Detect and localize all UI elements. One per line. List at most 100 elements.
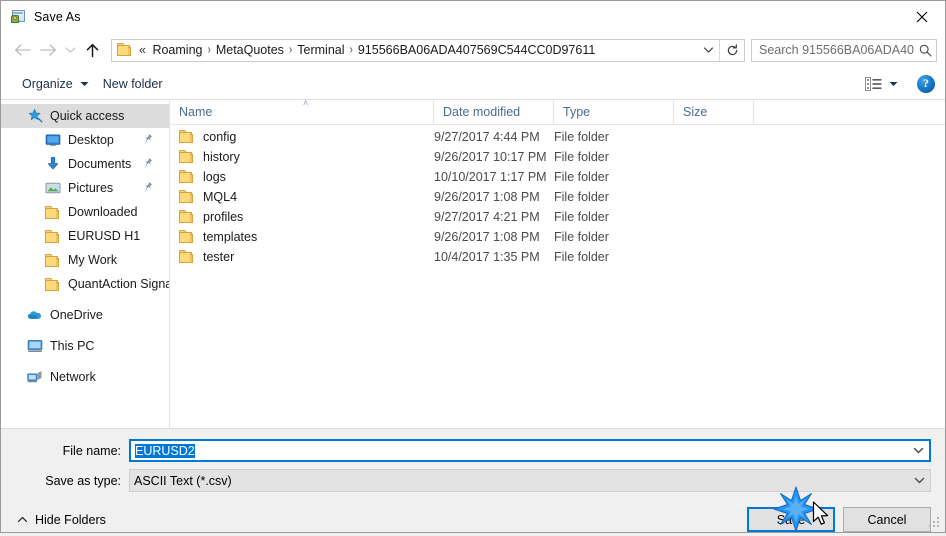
forward-icon[interactable] [35, 37, 61, 63]
column-header-label: Size [683, 105, 708, 119]
file-name: config [203, 130, 237, 144]
column-headers: Name ˄ Date modified Type Size [170, 98, 945, 125]
search-input[interactable]: Search 915566BA06ADA40756... [752, 43, 914, 57]
file-name-input[interactable]: EURUSD2 [131, 443, 907, 458]
folder-icon [179, 210, 195, 224]
folder-icon [179, 190, 195, 204]
breadcrumb-item-metaquotes[interactable]: MetaQuotes [212, 41, 288, 59]
folder-icon [179, 150, 195, 164]
close-icon[interactable] [899, 1, 945, 32]
table-row[interactable]: templates 9/26/2017 1:08 PM File folder [170, 227, 945, 247]
column-header-label: Date modified [443, 105, 521, 119]
folder-icon [179, 170, 195, 184]
file-type: File folder [554, 150, 609, 164]
sidebar-item-quick-access[interactable]: Quick access [1, 104, 169, 128]
table-row[interactable]: logs 10/10/2017 1:17 PM File folder [170, 167, 945, 187]
search-box[interactable]: Search 915566BA06ADA40756... [751, 38, 937, 62]
breadcrumb-item-terminal-id[interactable]: 915566BA06ADA407569C544CC0D97611 [354, 41, 599, 59]
sidebar-item-network[interactable]: Network [1, 365, 169, 389]
back-icon[interactable] [9, 37, 35, 63]
file-type: File folder [554, 250, 609, 264]
sidebar-item-onedrive[interactable]: OneDrive [1, 303, 169, 327]
pin-icon [142, 133, 153, 146]
address-bar[interactable]: « Roaming › MetaQuotes › Terminal › 9155… [111, 38, 745, 62]
documents-download-icon [45, 156, 61, 172]
chevron-down-icon [80, 81, 89, 86]
save-button[interactable]: Save [747, 507, 835, 532]
column-header-size[interactable]: Size [674, 100, 754, 124]
pictures-icon [45, 180, 61, 196]
folder-icon [45, 205, 61, 220]
change-view-button[interactable] [860, 74, 903, 94]
network-icon [27, 369, 43, 385]
window-title: Save As [34, 9, 81, 24]
column-header-type[interactable]: Type [554, 100, 674, 124]
file-name-cell: MQL4 [170, 190, 434, 204]
table-row[interactable]: MQL4 9/26/2017 1:08 PM File folder [170, 187, 945, 207]
sidebar-item-downloaded[interactable]: Downloaded [1, 200, 169, 224]
address-chevron-down-icon[interactable] [697, 40, 719, 61]
file-name-combobox[interactable]: EURUSD2 [129, 439, 931, 462]
dialog-footer: File name: EURUSD2 Save as type: ASCII T… [1, 429, 945, 532]
new-folder-button[interactable]: New folder [96, 73, 170, 95]
file-name-value: EURUSD2 [135, 443, 195, 458]
sidebar-item-pictures[interactable]: Pictures [1, 176, 169, 200]
save-as-type-row: Save as type: ASCII Text (*.csv) [1, 469, 945, 492]
help-button[interactable]: ? [917, 74, 935, 93]
sidebar-item-quantaction-signal[interactable]: QuantAction Signal [1, 272, 169, 296]
onedrive-cloud-icon [27, 307, 43, 323]
breadcrumb-item-roaming[interactable]: Roaming [148, 41, 206, 59]
file-name: MQL4 [203, 190, 238, 204]
command-bar: Organize New folder ? [1, 68, 945, 100]
chevron-down-icon[interactable] [907, 447, 929, 454]
sort-ascending-icon: ˄ [303, 98, 309, 108]
file-date: 9/27/2017 4:21 PM [434, 210, 540, 224]
chevron-down-icon[interactable] [908, 477, 930, 484]
sidebar-item-label: Documents [68, 157, 132, 171]
save-as-dialog: Save As « Roaming › MetaQuotes › Termina… [0, 0, 946, 533]
folder-icon [117, 43, 133, 57]
cancel-button[interactable]: Cancel [843, 507, 931, 532]
search-icon [914, 44, 936, 57]
star-pin-icon [27, 108, 43, 124]
sidebar-item-label: OneDrive [50, 308, 103, 322]
column-header-name[interactable]: Name ˄ [170, 98, 434, 124]
file-type: File folder [554, 190, 609, 204]
table-row[interactable]: config 9/27/2017 4:44 PM File folder [170, 127, 945, 147]
table-row[interactable]: history 9/26/2017 10:17 PM File folder [170, 147, 945, 167]
pin-icon [142, 157, 153, 170]
breadcrumb-overflow[interactable]: « [137, 41, 148, 59]
table-row[interactable]: tester 10/4/2017 1:35 PM File folder [170, 247, 945, 267]
sidebar-item-label: EURUSD H1 [68, 229, 141, 243]
chevron-up-icon [17, 516, 28, 523]
sidebar-item-eurusd-h1[interactable]: EURUSD H1 [1, 224, 169, 248]
file-name-cell: tester [170, 250, 434, 264]
file-date: 10/10/2017 1:17 PM [434, 170, 547, 184]
sidebar-item-my-work[interactable]: My Work [1, 248, 169, 272]
table-row[interactable]: profiles 9/27/2017 4:21 PM File folder [170, 207, 945, 227]
breadcrumb-item-terminal[interactable]: Terminal [293, 41, 348, 59]
this-pc-icon [27, 338, 43, 354]
folder-icon [45, 277, 61, 292]
column-header-date-modified[interactable]: Date modified [434, 100, 554, 124]
recent-locations-chevron-down-icon[interactable] [61, 37, 79, 63]
organize-label: Organize [22, 76, 73, 91]
hide-folders-button[interactable]: Hide Folders [11, 509, 112, 531]
file-date: 9/27/2017 4:44 PM [434, 130, 540, 144]
view-layout-icon [865, 76, 882, 91]
save-as-type-combobox[interactable]: ASCII Text (*.csv) [129, 469, 931, 492]
sidebar-item-documents[interactable]: Documents [1, 152, 169, 176]
file-name: tester [203, 250, 235, 264]
file-date: 9/26/2017 1:08 PM [434, 230, 540, 244]
refresh-icon[interactable] [719, 39, 744, 61]
organize-button[interactable]: Organize [15, 73, 96, 95]
folder-icon [45, 229, 61, 244]
file-name-cell: profiles [170, 210, 434, 224]
sidebar-item-desktop[interactable]: Desktop [1, 128, 169, 152]
file-type: File folder [554, 210, 609, 224]
sidebar-item-label: Quick access [50, 109, 125, 123]
column-header-label: Name [179, 105, 213, 119]
pin-icon [142, 181, 153, 194]
up-one-level-icon[interactable] [79, 37, 105, 63]
sidebar-item-this-pc[interactable]: This PC [1, 334, 169, 358]
